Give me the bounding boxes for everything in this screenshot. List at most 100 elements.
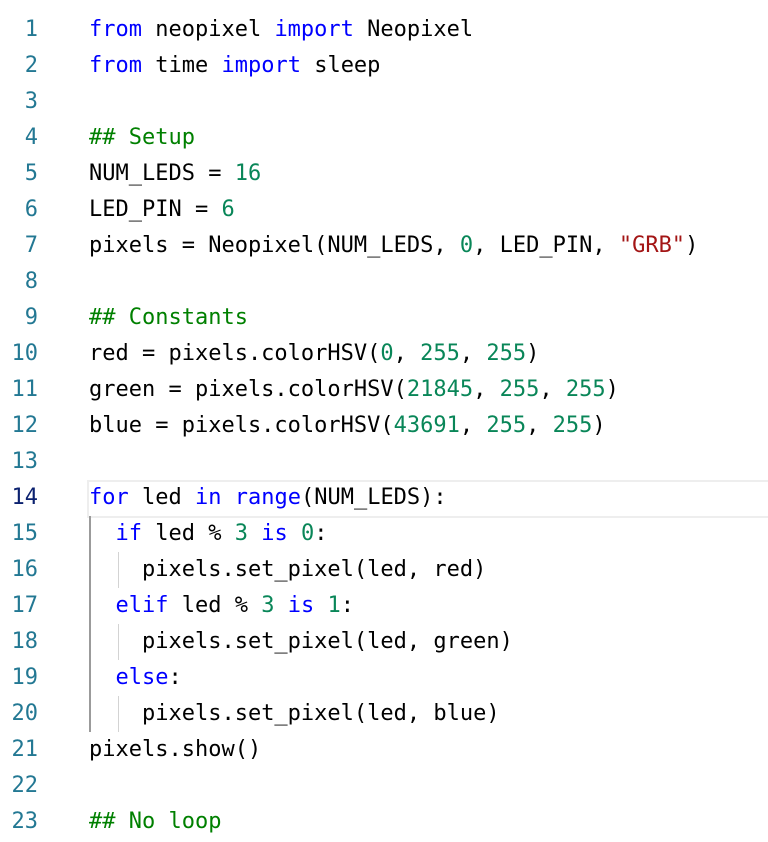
number-token: 255 xyxy=(486,341,527,366)
keyword-token: range xyxy=(234,485,301,510)
keyword-token: import xyxy=(274,17,354,42)
code-text: from time import sleep xyxy=(89,48,380,84)
code-line[interactable]: 8 xyxy=(0,264,768,300)
code-text: if led % 3 is 0: xyxy=(89,516,328,552)
code-text: pixels.set_pixel(led, blue) xyxy=(89,696,500,732)
number-token: 0 xyxy=(300,521,315,546)
keyword-token: is xyxy=(287,593,315,618)
keyword-token: if xyxy=(115,521,143,546)
code-line[interactable]: 2 from time import sleep xyxy=(0,48,768,84)
keyword-token: is xyxy=(261,521,288,546)
code-line[interactable]: 16 pixels.set_pixel(led, red) xyxy=(0,552,768,588)
number-token: 43691 xyxy=(393,413,460,438)
line-number: 20 xyxy=(11,701,39,726)
code-line[interactable]: 13 xyxy=(0,444,768,480)
text-token: green = pixels.colorHSV( xyxy=(89,377,407,402)
keyword-token: from xyxy=(89,53,142,78)
code-line[interactable]: 10 red = pixels.colorHSV(0, 255, 255) xyxy=(0,336,768,372)
number-token: 255 xyxy=(552,413,593,438)
code-text: ## No loop xyxy=(89,804,221,840)
line-number: 2 xyxy=(24,53,38,78)
text-token: blue = pixels.colorHSV( xyxy=(89,413,394,438)
code-text: from neopixel import Neopixel xyxy=(89,12,473,48)
line-number: 17 xyxy=(11,593,39,618)
code-text: green = pixels.colorHSV(21845, 255, 255) xyxy=(89,372,619,408)
code-text: pixels.set_pixel(led, green) xyxy=(89,624,513,660)
code-line[interactable]: 3 xyxy=(0,84,768,120)
line-number: 4 xyxy=(24,125,38,150)
code-text: elif led % 3 is 1: xyxy=(89,588,354,624)
number-token: 255 xyxy=(420,341,460,366)
code-line[interactable]: 5 NUM_LEDS = 16 xyxy=(0,156,768,192)
comment-token: ## No loop xyxy=(89,809,222,834)
text-token: : xyxy=(314,521,328,546)
keyword-token: import xyxy=(221,53,301,78)
text-token: ) xyxy=(605,377,619,402)
code-line[interactable]: 9 ## Constants xyxy=(0,300,768,336)
code-text: red = pixels.colorHSV(0, 255, 255) xyxy=(89,336,539,372)
line-number: 22 xyxy=(11,773,39,798)
line-number: 3 xyxy=(24,89,38,114)
line-number: 10 xyxy=(11,341,39,366)
code-line[interactable]: 23 ## No loop xyxy=(0,804,768,840)
keyword-token: elif xyxy=(115,593,169,618)
code-line[interactable]: 6 LED_PIN = 6 xyxy=(0,192,768,228)
text-token: time xyxy=(141,53,222,78)
keyword-token: for xyxy=(89,485,129,510)
code-line[interactable]: 15 if led % 3 is 0: xyxy=(0,516,768,552)
code-line[interactable]: 21 pixels.show() xyxy=(0,732,768,768)
line-number: 16 xyxy=(11,557,39,582)
code-text: NUM_LEDS = 16 xyxy=(89,156,261,192)
line-number: 13 xyxy=(11,449,39,474)
number-token: 1 xyxy=(327,593,341,618)
code-line[interactable]: 7 pixels = Neopixel(NUM_LEDS, 0, LED_PIN,… xyxy=(0,228,768,264)
text-token: ) xyxy=(685,233,699,258)
text-token: , xyxy=(459,341,487,366)
code-line[interactable]: 4 ## Setup xyxy=(0,120,768,156)
code-line[interactable]: 18 pixels.set_pixel(led, green) xyxy=(0,624,768,660)
number-token: 255 xyxy=(486,413,527,438)
text-token: : xyxy=(168,665,182,690)
text-token: , xyxy=(526,413,553,438)
line-number: 23 xyxy=(11,809,39,834)
keyword-token: in xyxy=(194,485,222,510)
keyword-token: from xyxy=(89,17,142,42)
line-number: 5 xyxy=(24,161,38,186)
code-line[interactable]: 12 blue = pixels.colorHSV(43691, 255, 255… xyxy=(0,408,768,444)
keyword-token: else xyxy=(115,665,169,690)
text-token: led % xyxy=(142,521,235,546)
code-line[interactable]: 14 for led in range(NUM_LEDS): xyxy=(0,480,768,518)
code-line[interactable]: 11 green = pixels.colorHSV(21845, 255, 25… xyxy=(0,372,768,408)
text-token: , xyxy=(459,413,487,438)
text-token: ) xyxy=(526,341,540,366)
text-token: LED_PIN = xyxy=(89,197,222,222)
text-token: pixels = Neopixel(NUM_LEDS, xyxy=(89,233,460,258)
code-line[interactable]: 20 pixels.set_pixel(led, blue) xyxy=(0,696,768,732)
code-line[interactable]: 1 from neopixel import Neopixel xyxy=(0,12,768,48)
code-line[interactable]: 19 else: xyxy=(0,660,768,696)
number-token: 0 xyxy=(380,341,394,366)
text-token: led xyxy=(128,485,195,510)
code-editor[interactable]: 1 from neopixel import Neopixel 2 from time… xyxy=(0,12,768,840)
code-text: pixels.show() xyxy=(89,732,261,768)
comment-token: ## Setup xyxy=(89,125,195,150)
code-line[interactable]: 17 elif led % 3 is 1: xyxy=(0,588,768,624)
code-text: blue = pixels.colorHSV(43691, 255, 255) xyxy=(89,408,606,444)
number-token: 3 xyxy=(261,593,275,618)
code-text: pixels = Neopixel(NUM_LEDS, 0, LED_PIN, … xyxy=(89,228,698,264)
number-token: 255 xyxy=(499,377,540,402)
line-number: 6 xyxy=(24,197,38,222)
code-text: LED_PIN = 6 xyxy=(89,192,235,228)
line-number: 1 xyxy=(24,17,38,42)
text-token: sleep xyxy=(300,53,381,78)
code-text: pixels.set_pixel(led, red) xyxy=(89,552,486,588)
code-text: else: xyxy=(89,660,182,696)
text-token: red = pixels.colorHSV( xyxy=(89,341,381,366)
code-line[interactable]: 22 xyxy=(0,768,768,804)
text-token: pixels.set_pixel(led, blue) xyxy=(141,701,500,726)
line-number: 15 xyxy=(11,521,39,546)
line-number: 19 xyxy=(11,665,39,690)
number-token: 6 xyxy=(221,197,235,222)
